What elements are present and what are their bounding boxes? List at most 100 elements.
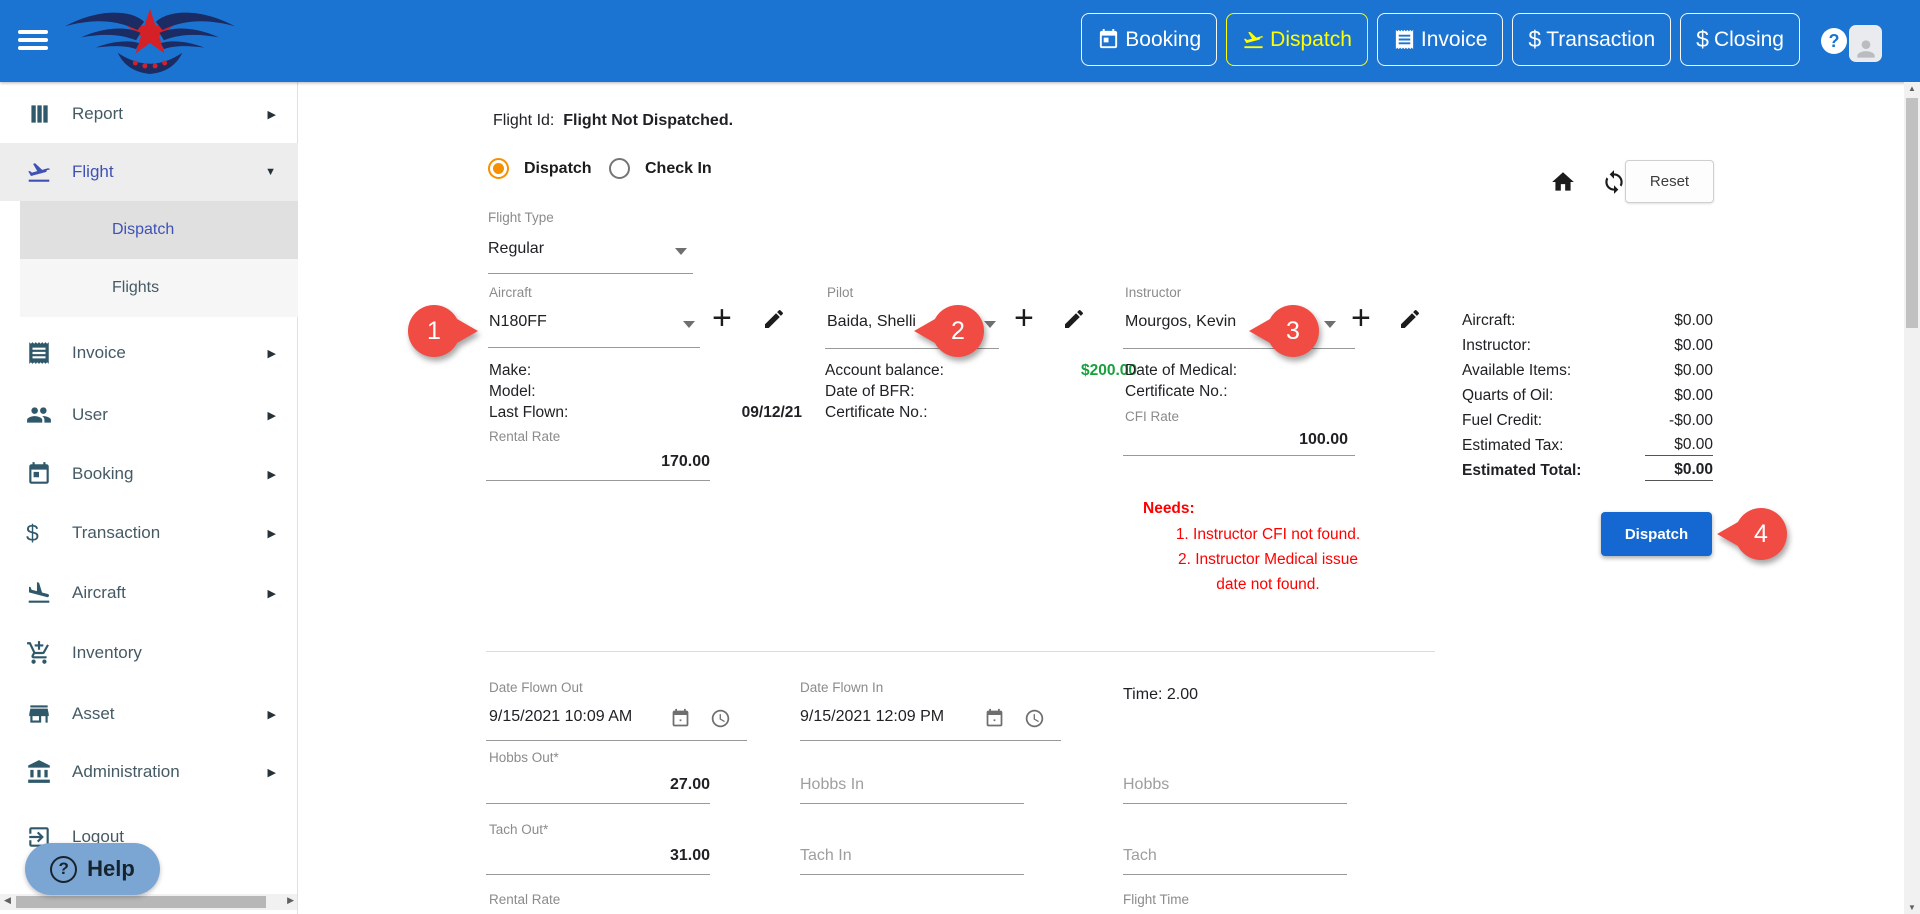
sidebar-item-flight[interactable]: Flight ▼	[0, 143, 298, 201]
chevron-down-icon[interactable]	[683, 321, 695, 328]
sidebar-item-user[interactable]: User ▶	[0, 386, 298, 444]
calendar-icon	[1100, 28, 1118, 49]
pilot-select[interactable]: Baida, Shelli	[827, 313, 916, 331]
top-bar: Booking Dispatch Invoice $ Transaction $…	[0, 0, 1920, 82]
tach-input[interactable]: Tach	[1123, 847, 1157, 865]
clock-icon[interactable]	[1024, 708, 1045, 729]
summary-row-total: Estimated Total: $0.00	[1462, 460, 1713, 481]
annotation-marker-3: 3	[1249, 305, 1319, 357]
tach-out-label: Tach Out*	[489, 822, 549, 837]
sidebar-horizontal-scrollbar[interactable]: ◀ ▶	[0, 894, 297, 910]
calendar-icon[interactable]	[984, 708, 1005, 729]
edit-aircraft-button[interactable]	[762, 307, 786, 331]
receipt-icon	[1395, 29, 1413, 50]
nav-booking-button[interactable]: Booking	[1081, 13, 1218, 66]
edit-instructor-button[interactable]	[1398, 307, 1422, 331]
chevron-right-icon: ▶	[267, 468, 276, 481]
sidebar-item-inventory[interactable]: Inventory	[0, 624, 298, 682]
nav-invoice-button[interactable]: Invoice	[1376, 13, 1504, 66]
tach-out-input[interactable]: 31.00	[488, 847, 710, 865]
sidebar-item-transaction[interactable]: $ Transaction ▶	[0, 504, 298, 562]
rental-rate-label: Rental Rate	[489, 429, 561, 444]
sidebar-item-administration[interactable]: Administration ▶	[0, 743, 298, 801]
chevron-down-icon[interactable]	[1324, 321, 1336, 328]
add-pilot-button[interactable]: +	[1014, 301, 1034, 335]
summary-row: Instructor: $0.00	[1462, 336, 1713, 354]
chevron-down-icon[interactable]	[675, 248, 687, 255]
sidebar-item-aircraft[interactable]: Aircraft ▶	[0, 564, 298, 622]
scroll-right-arrow-icon[interactable]: ▶	[287, 895, 294, 906]
users-icon	[26, 402, 52, 428]
date-flown-out-input[interactable]: 9/15/2021 10:09 AM	[489, 708, 632, 726]
add-aircraft-button[interactable]: +	[712, 301, 732, 335]
flight-time-label: Flight Time	[1123, 892, 1190, 907]
summary-row: Fuel Credit: -$0.00	[1462, 411, 1713, 429]
nav-closing-label: Closing	[1713, 27, 1784, 51]
chevron-right-icon: ▶	[267, 766, 276, 779]
chevron-right-icon: ▶	[267, 708, 276, 721]
rental-rate-bottom-label: Rental Rate	[489, 892, 561, 907]
instructor-details: Date of Medical: Certificate No.:	[1125, 361, 1237, 400]
flight-takeoff-icon	[1244, 31, 1264, 49]
dispatch-radio[interactable]	[488, 158, 509, 179]
top-nav: Booking Dispatch Invoice $ Transaction $…	[1081, 13, 1800, 66]
menu-icon[interactable]	[18, 26, 50, 54]
flight-id-line: Flight Id: Flight Not Dispatched.	[493, 112, 733, 130]
help-button[interactable]: ? Help	[25, 843, 160, 895]
home-icon[interactable]	[1550, 169, 1576, 195]
sidebar-item-dispatch[interactable]: Dispatch	[20, 201, 298, 259]
edit-pilot-button[interactable]	[1062, 307, 1086, 331]
nav-dispatch-label: Dispatch	[1270, 27, 1352, 51]
scrollbar-thumb[interactable]	[16, 896, 266, 908]
instructor-select[interactable]: Mourgos, Kevin	[1125, 313, 1236, 331]
add-instructor-button[interactable]: +	[1351, 301, 1371, 335]
needs-warning: Needs: 1. Instructor CFI not found. 2. I…	[1143, 500, 1361, 593]
dollar-icon: $	[1528, 26, 1542, 52]
nav-transaction-button[interactable]: $ Transaction	[1512, 13, 1672, 66]
hobbs-in-input[interactable]: Hobbs In	[800, 776, 864, 794]
scroll-left-arrow-icon[interactable]: ◀	[4, 895, 11, 906]
sidebar-item-report[interactable]: Report ▶	[0, 85, 298, 143]
reset-button[interactable]: Reset	[1625, 160, 1714, 203]
dispatch-submit-button[interactable]: Dispatch	[1601, 512, 1712, 556]
calendar-icon[interactable]	[670, 708, 691, 729]
hobbs-out-input[interactable]: 27.00	[488, 776, 710, 794]
summary-row: Available Items: $0.00	[1462, 361, 1713, 379]
company-logo	[62, 4, 238, 83]
cfi-rate-input[interactable]: 100.00	[1125, 431, 1348, 449]
time-value: Time: 2.00	[1123, 686, 1198, 703]
chevron-right-icon: ▶	[267, 409, 276, 422]
sidebar-item-booking[interactable]: Booking ▶	[0, 445, 298, 503]
avatar[interactable]	[1849, 25, 1882, 62]
section-divider	[486, 651, 1435, 652]
nav-closing-button[interactable]: $ Closing	[1680, 13, 1800, 66]
nav-booking-label: Booking	[1125, 27, 1202, 51]
check-in-radio[interactable]	[609, 158, 630, 179]
nav-invoice-label: Invoice	[1420, 27, 1488, 51]
report-icon	[26, 101, 52, 127]
page-vertical-scrollbar[interactable]: ▲ ▼	[1904, 82, 1920, 914]
chevron-right-icon: ▶	[267, 527, 276, 540]
date-flown-in-input[interactable]: 9/15/2021 12:09 PM	[800, 708, 944, 726]
scrollbar-thumb[interactable]	[1906, 98, 1918, 328]
clock-icon[interactable]	[710, 708, 731, 729]
chevron-right-icon: ▶	[267, 587, 276, 600]
refresh-icon[interactable]	[1601, 169, 1627, 195]
dollar-icon: $	[1696, 26, 1709, 52]
chevron-down-icon: ▼	[265, 166, 276, 178]
rental-rate-input[interactable]: 170.00	[488, 453, 710, 471]
sidebar-item-invoice[interactable]: Invoice ▶	[0, 324, 298, 382]
sidebar-item-asset[interactable]: Asset ▶	[0, 685, 298, 743]
scroll-down-arrow-icon[interactable]: ▼	[1908, 903, 1916, 912]
annotation-marker-1: 1	[408, 305, 478, 357]
scroll-up-arrow-icon[interactable]: ▲	[1908, 84, 1916, 93]
help-question-icon[interactable]: ?	[1821, 28, 1847, 54]
nav-dispatch-button[interactable]: Dispatch	[1226, 13, 1368, 66]
sidebar-item-flights[interactable]: Flights	[20, 259, 298, 317]
aircraft-select[interactable]: N180FF	[489, 313, 547, 331]
pilot-details: Account balance: $200.00 Date of BFR: Cer…	[825, 361, 1137, 421]
hobbs-input[interactable]: Hobbs	[1123, 776, 1169, 794]
tach-in-input[interactable]: Tach In	[800, 847, 852, 865]
flight-type-select[interactable]: Regular	[488, 240, 544, 258]
chevron-down-icon[interactable]	[984, 321, 996, 328]
